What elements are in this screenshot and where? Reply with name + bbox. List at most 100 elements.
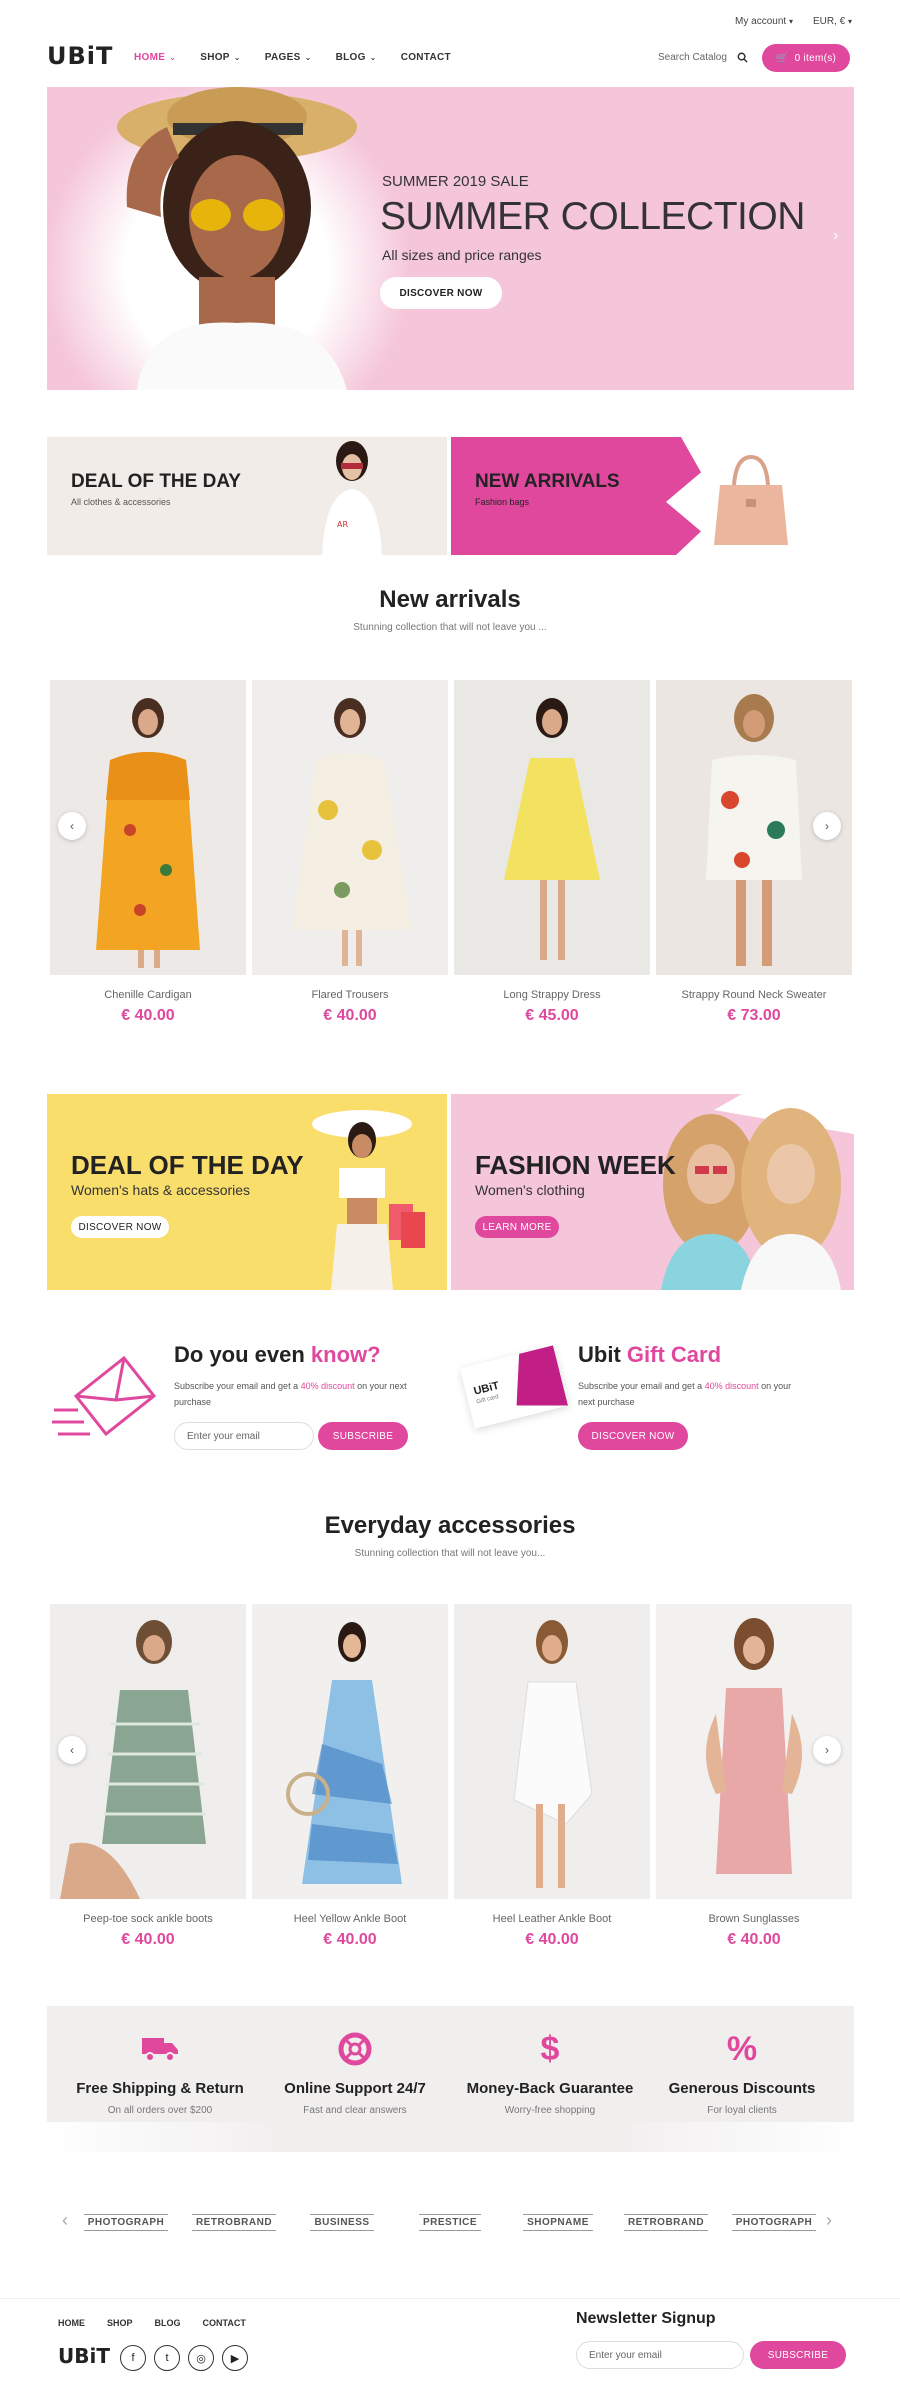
feature-sub: Worry-free shopping: [504, 2105, 596, 2116]
newsletter-email-field[interactable]: Enter your email: [576, 2341, 744, 2369]
footer-link-home[interactable]: HOME: [58, 2318, 85, 2328]
learn-more-button[interactable]: LEARN MORE: [475, 1216, 559, 1238]
carousel-prev-button[interactable]: ‹: [58, 812, 86, 840]
feature-item: $ Money-Back Guarantee Worry-free shoppi…: [455, 2026, 645, 2117]
email-field[interactable]: Enter your email: [174, 1422, 314, 1450]
cart-button[interactable]: 🛒 0 item(s): [762, 44, 850, 72]
search-icon[interactable]: [737, 52, 748, 63]
promo-title: NEW ARRIVALS: [475, 471, 620, 492]
brand-logo[interactable]: RETROBRAND: [623, 2200, 709, 2244]
subscribe-button[interactable]: SUBSCRIBE: [318, 1422, 408, 1450]
product-name[interactable]: Peep-toe sock ankle boots: [50, 1913, 246, 1925]
product-card[interactable]: Flared Trousers € 40.00: [252, 680, 448, 1025]
feature-item: Free Shipping & Return On all orders ove…: [65, 2026, 255, 2116]
product-name[interactable]: Brown Sunglasses: [656, 1913, 852, 1925]
nav-contact[interactable]: CONTACT: [401, 52, 451, 63]
brand-logo[interactable]: RETROBRAND: [191, 2200, 277, 2244]
product-card[interactable]: Chenille Cardigan € 40.00: [50, 680, 246, 1025]
promo-model-image: [312, 1110, 425, 1290]
instagram-icon[interactable]: ◎: [188, 2345, 214, 2371]
product-image[interactable]: [252, 680, 448, 975]
product-name[interactable]: Chenille Cardigan: [50, 989, 246, 1001]
section-title: New arrivals: [379, 586, 521, 613]
footer-link-shop[interactable]: SHOP: [107, 2318, 133, 2328]
chevron-right-icon: ›: [826, 2210, 832, 2230]
product-name[interactable]: Long Strappy Dress: [454, 989, 650, 1001]
nav-blog[interactable]: BLOG ⌄: [336, 52, 377, 63]
brand-logo[interactable]: PHOTOGRAPH: [83, 2200, 169, 2244]
nav-pages[interactable]: PAGES ⌄: [265, 52, 312, 63]
new-arrivals-header: New arrivals Stunning collection that wi…: [0, 586, 900, 633]
features-band: Free Shipping & Return On all orders ove…: [47, 2006, 854, 2152]
currency-selector[interactable]: EUR, € ▾: [813, 16, 852, 27]
product-card[interactable]: Heel Leather Ankle Boot € 40.00: [454, 1604, 650, 1949]
product-price: € 73.00: [727, 1007, 781, 1024]
product-card[interactable]: Brown Sunglasses € 40.00: [656, 1604, 852, 1949]
chevron-down-icon: ⌄: [233, 53, 241, 62]
twitter-icon[interactable]: t: [154, 2345, 180, 2371]
product-name[interactable]: Strappy Round Neck Sweater: [656, 989, 852, 1001]
carousel-prev-button[interactable]: ‹: [58, 1736, 86, 1764]
brands-next-arrow[interactable]: ›: [826, 2210, 832, 2231]
nav-shop[interactable]: SHOP ⌄: [200, 52, 241, 63]
product-price: € 45.00: [525, 1007, 579, 1024]
chevron-right-icon: ›: [825, 1743, 829, 1757]
discover-now-button[interactable]: DISCOVER NOW: [71, 1216, 169, 1238]
carousel-next-button[interactable]: ›: [813, 812, 841, 840]
bag-image: [714, 454, 788, 545]
product-price: € 40.00: [121, 1931, 175, 1948]
caret-down-icon: ▾: [788, 17, 793, 26]
product-card[interactable]: Peep-toe sock ankle boots € 40.00: [50, 1604, 246, 1949]
header-search[interactable]: Search Catalog: [658, 52, 748, 63]
discover-now-button[interactable]: DISCOVER NOW: [380, 277, 502, 309]
product-price: € 40.00: [727, 1931, 781, 1948]
feature-item: % Generous Discounts For loyal clients: [647, 2026, 837, 2117]
product-image[interactable]: [454, 680, 650, 975]
promo-title: FASHION WEEK: [475, 1150, 676, 1180]
promo-new-arrivals[interactable]: NEW ARRIVALS Fashion bags: [451, 437, 854, 555]
facebook-icon[interactable]: f: [120, 2345, 146, 2371]
promo-model-image: AR: [322, 441, 382, 555]
promo-fashion-week[interactable]: FASHION WEEK Women's clothing LEARN MORE: [451, 1094, 854, 1290]
product-card[interactable]: Strappy Round Neck Sweater € 73.00: [656, 680, 852, 1025]
promo-sub: All clothes & accessories: [71, 497, 171, 507]
site-logo[interactable]: UBiT: [47, 42, 113, 70]
promo-sub: Women's clothing: [475, 1182, 585, 1198]
product-card[interactable]: Long Strappy Dress € 45.00: [454, 680, 650, 1025]
feature-sub: For loyal clients: [707, 2105, 777, 2116]
product-name[interactable]: Heel Leather Ankle Boot: [454, 1913, 650, 1925]
promo-deal-of-day[interactable]: DEAL OF THE DAY All clothes & accessorie…: [47, 437, 447, 555]
brand-logo[interactable]: PRESTICE: [410, 2200, 490, 2244]
chevron-left-icon: ‹: [70, 819, 74, 833]
product-name[interactable]: Flared Trousers: [252, 989, 448, 1001]
newsletter-subscribe-button[interactable]: SUBSCRIBE: [750, 2341, 846, 2369]
brand-logo[interactable]: SHOPNAME: [518, 2200, 598, 2244]
footer-link-blog[interactable]: BLOG: [155, 2318, 181, 2328]
product-card[interactable]: Heel Yellow Ankle Boot € 40.00: [252, 1604, 448, 1949]
section-title: Everyday accessories: [324, 1512, 576, 1539]
my-account-link[interactable]: My account ▾: [735, 16, 793, 27]
features-row: Free Shipping & Return On all orders ove…: [47, 2026, 854, 2136]
hero-next-arrow[interactable]: ›: [833, 227, 838, 245]
nav-home[interactable]: HOME ⌄: [134, 52, 176, 63]
product-price: € 40.00: [121, 1007, 175, 1024]
brand-logo[interactable]: BUSINESS: [302, 2200, 382, 2244]
product-name[interactable]: Heel Yellow Ankle Boot: [252, 1913, 448, 1925]
search-input[interactable]: Search Catalog: [658, 52, 727, 63]
brands-prev-arrow[interactable]: ‹: [62, 2210, 68, 2231]
promo-sub: Fashion bags: [475, 497, 530, 507]
percent-icon: %: [726, 2029, 758, 2068]
carousel-next-button[interactable]: ›: [813, 1736, 841, 1764]
footer-link-contact[interactable]: CONTACT: [203, 2318, 246, 2328]
promo-hats[interactable]: DEAL OF THE DAY Women's hats & accessori…: [47, 1094, 447, 1290]
basket-icon: 🛒: [775, 52, 789, 64]
discover-now-button[interactable]: DISCOVER NOW: [578, 1422, 688, 1450]
feature-title: Money-Back Guarantee: [466, 2080, 634, 2097]
section-subtitle: Stunning collection that will not leave …: [354, 1548, 546, 1559]
product-image[interactable]: [454, 1604, 650, 1899]
brand-logo[interactable]: PHOTOGRAPH: [731, 2200, 817, 2244]
youtube-icon[interactable]: ▶: [222, 2345, 248, 2371]
svg-text:AR: AR: [337, 520, 348, 529]
product-image[interactable]: [252, 1604, 448, 1899]
footer-logo[interactable]: UBiT: [58, 2344, 110, 2368]
